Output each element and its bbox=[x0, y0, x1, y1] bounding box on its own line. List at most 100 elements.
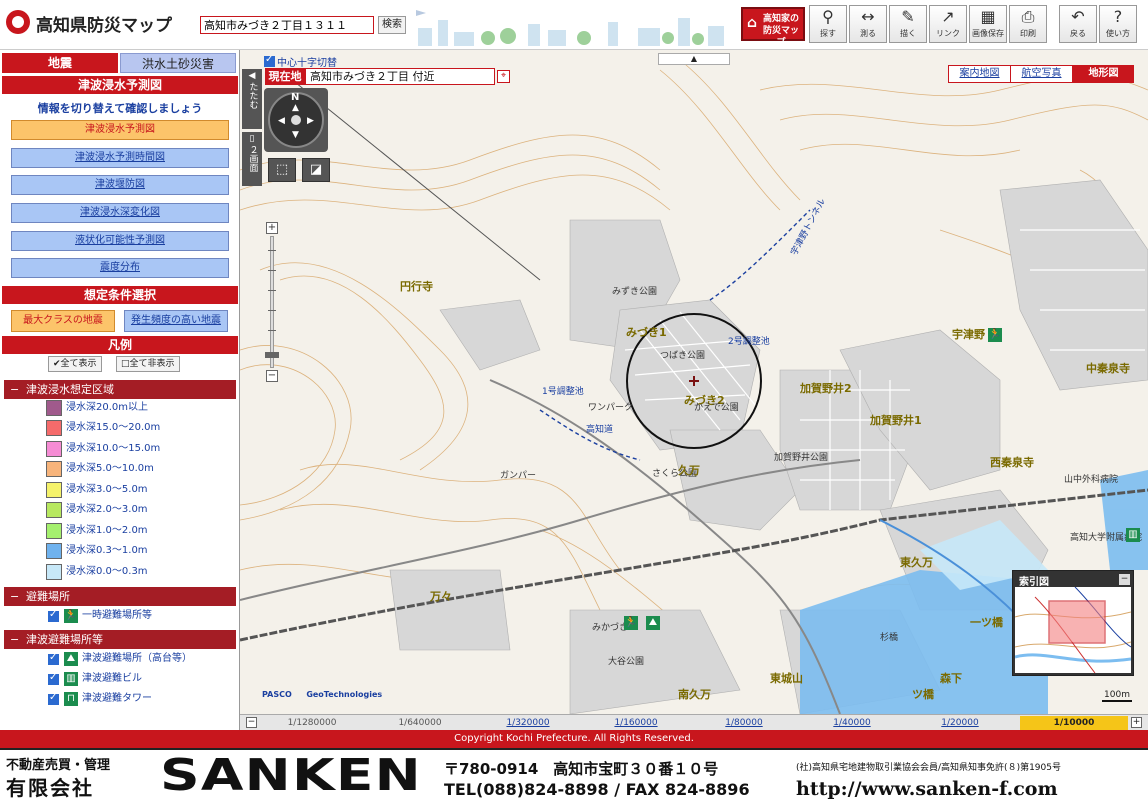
index-map-panel: 索引図 − bbox=[1012, 570, 1134, 676]
map-button-tsunami-time[interactable]: 津波浸水予測時間図 bbox=[11, 148, 229, 168]
collapse-panel-button[interactable]: ◀ たたむ bbox=[242, 69, 262, 129]
map-label: 加賀野井公園 bbox=[774, 453, 829, 463]
conditions-title: 想定条件選択 bbox=[2, 286, 238, 304]
legend-label: 浸水深0.0～0.3m bbox=[66, 566, 148, 577]
zoom-slider-thumb[interactable] bbox=[265, 352, 279, 358]
scale-zoom-in-button[interactable]: + bbox=[1131, 717, 1142, 728]
condition-high-frequency-button[interactable]: 発生頻度の高い地震 bbox=[124, 310, 228, 332]
tool-search-button[interactable]: ⚲ 探す bbox=[809, 5, 847, 43]
checkbox-evacuation-tower[interactable] bbox=[48, 692, 59, 705]
help-icon: ? bbox=[1113, 7, 1123, 26]
pan-right-icon[interactable]: ▶ bbox=[307, 116, 314, 126]
scale-zoom-out-button[interactable]: − bbox=[246, 717, 257, 728]
map-button-tsunami-inundation[interactable]: 津波浸水予測図 bbox=[11, 120, 229, 140]
map-label: 万々 bbox=[430, 590, 452, 603]
tool-label: 使い方 bbox=[1106, 29, 1130, 38]
app-title: 高知県防災マップ bbox=[36, 16, 172, 36]
legend-label: 浸水深0.3～1.0m bbox=[66, 545, 148, 556]
tab-flood-landslide[interactable]: 洪水土砂災害 bbox=[120, 53, 236, 73]
tool-save-image-button[interactable]: ▦ 画像保存 bbox=[969, 5, 1007, 43]
index-map-title: 索引図 bbox=[1019, 577, 1049, 588]
evacuation-site-icon[interactable]: 🏃 bbox=[988, 328, 1002, 342]
checkbox-evacuation-building[interactable] bbox=[48, 672, 59, 685]
legend-swatch bbox=[46, 482, 62, 498]
tool-print-button[interactable]: ⎙ 印刷 bbox=[1009, 5, 1047, 43]
scale-selector: − 1/1280000 1/640000 1/320000 1/160000 1… bbox=[240, 714, 1148, 730]
basemap-aerial-tab[interactable]: 航空写真 bbox=[1011, 66, 1073, 82]
zoom-in-button[interactable]: + bbox=[266, 222, 278, 234]
left-panel: 地震 洪水土砂災害 津波浸水予測図 情報を切り替えて確認しましょう 津波浸水予測… bbox=[0, 50, 240, 730]
pan-left-icon[interactable]: ◀ bbox=[278, 116, 285, 126]
evacuation-building-icon[interactable]: ▥ bbox=[1126, 528, 1140, 542]
map-label: ツ橋 bbox=[912, 688, 934, 701]
header-bar: 高知県防災マップ 検索 ⌂ 高知家の 防災マップ ⚲ 探す ↔ 測る ✎ 描く ↗ リン… bbox=[0, 0, 1148, 50]
scale-option[interactable]: 1/20000 bbox=[906, 716, 1014, 730]
scale-option[interactable]: 1/40000 bbox=[798, 716, 906, 730]
tool-label: 画像保存 bbox=[972, 29, 1004, 38]
search-button[interactable]: 検索 bbox=[378, 16, 406, 34]
index-map-view[interactable] bbox=[1015, 587, 1131, 673]
pan-up-icon[interactable]: ▲ bbox=[292, 103, 299, 113]
collapse-label: たたむ bbox=[247, 82, 258, 109]
legend-label: 浸水深1.0～2.0m bbox=[66, 525, 148, 536]
evacuation-tower-icon: ⊓ bbox=[64, 692, 78, 706]
scale-option[interactable]: 1/640000 bbox=[366, 716, 474, 730]
search-input[interactable] bbox=[200, 16, 374, 34]
show-all-button[interactable]: ✔全て表示 bbox=[48, 356, 102, 372]
map-label: かえで公園 bbox=[694, 403, 739, 413]
zoom-tick bbox=[268, 310, 276, 311]
evacuation-building-icon: ▥ bbox=[64, 672, 78, 686]
high-ground-icon[interactable]: ⛰ bbox=[646, 616, 660, 630]
checkbox-high-ground[interactable] bbox=[48, 652, 59, 665]
legend-label: 津波避難タワー bbox=[82, 693, 152, 704]
map-button-tsunami-levee[interactable]: 津波堰防図 bbox=[11, 175, 229, 195]
home-button-label: 高知家の 防災マップ bbox=[762, 14, 799, 48]
pan-down-icon[interactable]: ▼ bbox=[292, 130, 299, 140]
locate-me-icon[interactable]: ⌖ bbox=[497, 70, 510, 83]
top-panel-toggle[interactable]: ▲ bbox=[658, 53, 730, 65]
center-cross-toggle[interactable]: 中心十字切替 bbox=[264, 54, 337, 69]
scale-option[interactable]: 1/1280000 bbox=[258, 716, 366, 730]
split-screen-icon: ▯ bbox=[249, 134, 255, 144]
basemap-guide-tab[interactable]: 案内地図 bbox=[949, 66, 1011, 82]
tool-link-button[interactable]: ↗ リンク bbox=[929, 5, 967, 43]
condition-max-class-button[interactable]: 最大クラスの地震 bbox=[11, 310, 115, 332]
scale-option-selected[interactable]: 1/10000 bbox=[1020, 716, 1128, 730]
tool-measure-button[interactable]: ↔ 測る bbox=[849, 5, 887, 43]
tab-earthquake[interactable]: 地震 bbox=[2, 53, 118, 73]
split-screen-button[interactable]: ▯ ２画面 bbox=[242, 132, 262, 186]
map-button-liquefaction[interactable]: 液状化可能性予測図 bbox=[11, 231, 229, 251]
tool-help-button[interactable]: ? 使い方 bbox=[1099, 5, 1137, 43]
checkbox-temporary-shelter[interactable] bbox=[48, 609, 59, 622]
scale-option[interactable]: 1/80000 bbox=[690, 716, 798, 730]
map-label: みかづき bbox=[592, 623, 629, 633]
legend-group-tsunami-shelter[interactable]: 津波避難場所等 bbox=[4, 630, 236, 649]
zoom-box-button[interactable]: ⬚ bbox=[268, 158, 296, 182]
kochi-bousai-home-button[interactable]: ⌂ 高知家の 防災マップ bbox=[741, 7, 805, 48]
zoom-out-box-button[interactable]: ◪ bbox=[302, 158, 330, 182]
zoom-out-button[interactable]: − bbox=[266, 370, 278, 382]
tool-draw-button[interactable]: ✎ 描く bbox=[889, 5, 927, 43]
map-label: 東久万 bbox=[900, 556, 933, 569]
tool-back-button[interactable]: ↶ 戻る bbox=[1059, 5, 1097, 43]
compass-center-icon[interactable] bbox=[291, 115, 301, 125]
evacuation-site-icon[interactable]: 🏃 bbox=[624, 616, 638, 630]
magnifier-icon: ⚲ bbox=[822, 7, 834, 26]
company-url[interactable]: http://www.sanken-f.com bbox=[796, 778, 1058, 800]
map-button-seismic-intensity[interactable]: 震度分布 bbox=[11, 258, 229, 278]
legend-group-tsunami-zone[interactable]: 津波浸水想定区域 bbox=[4, 380, 236, 399]
zoom-tick bbox=[268, 290, 276, 291]
zoom-slider-track[interactable] bbox=[270, 236, 274, 368]
legend-title: 凡例 bbox=[2, 336, 238, 354]
map-canvas[interactable]: ▲ 中心十字切替 ◀たたむ ▯２画面 現在地 高知市みづき２丁目 付近 ⌖ N … bbox=[240, 50, 1148, 714]
map-label: ガンパー bbox=[500, 471, 537, 481]
hide-all-button[interactable]: □全て非表示 bbox=[116, 356, 180, 372]
legend-group-evacuation[interactable]: 避難場所 bbox=[4, 587, 236, 606]
map-button-tsunami-depth-change[interactable]: 津波浸水深変化図 bbox=[11, 203, 229, 223]
index-map-minimize-button[interactable]: − bbox=[1119, 574, 1130, 585]
basemap-terrain-tab[interactable]: 地形図 bbox=[1073, 66, 1134, 82]
center-cross-checkbox[interactable] bbox=[264, 54, 275, 67]
scale-option[interactable]: 1/160000 bbox=[582, 716, 690, 730]
pan-compass[interactable]: N ▲ ▼ ◀ ▶ bbox=[264, 88, 328, 152]
scale-option[interactable]: 1/320000 bbox=[474, 716, 582, 730]
